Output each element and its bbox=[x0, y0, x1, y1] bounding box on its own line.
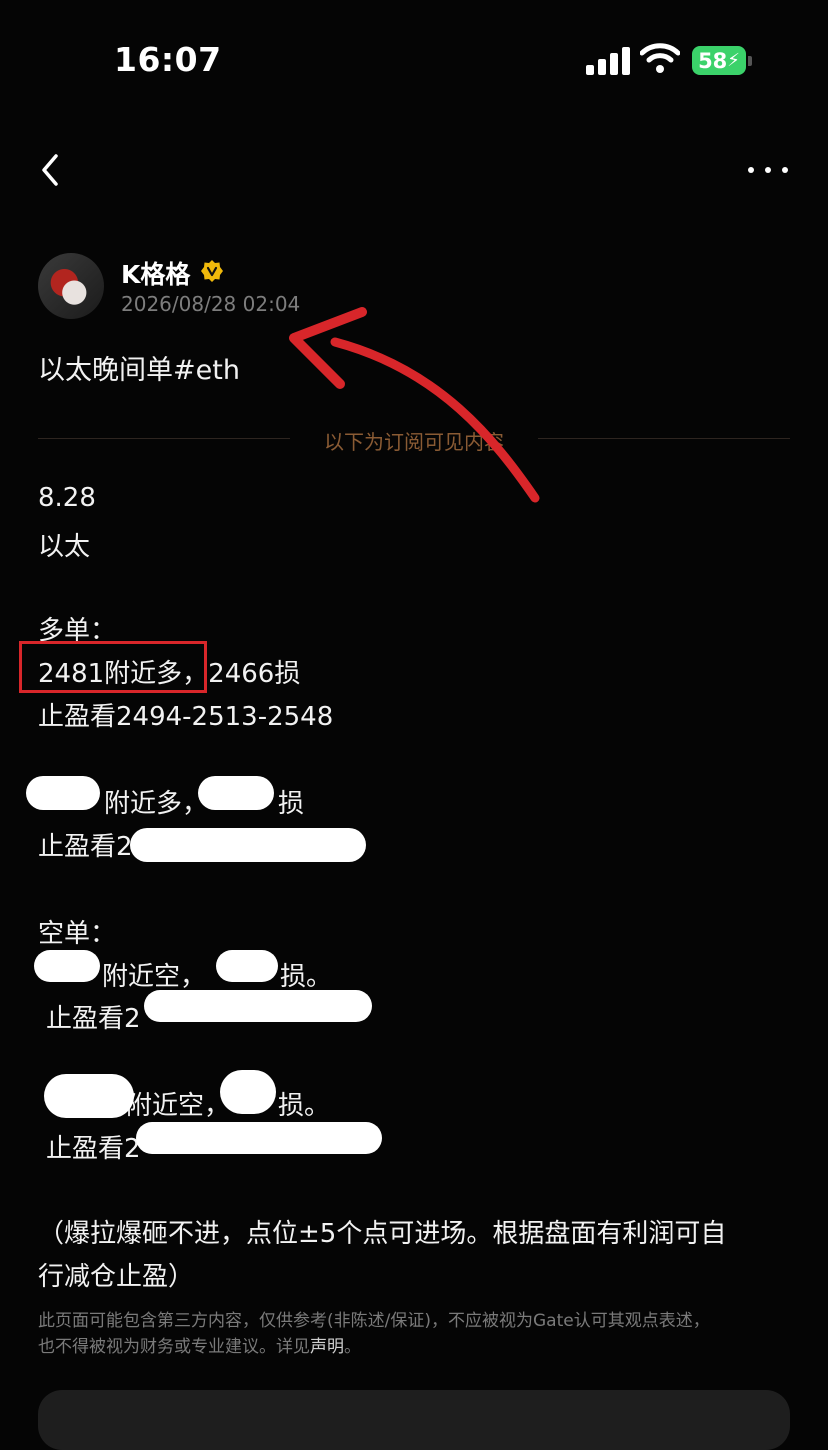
status-time: 16:07 bbox=[114, 40, 222, 79]
short-1-entry: 附近空， bbox=[102, 962, 207, 992]
long-2-stop: 损 bbox=[278, 789, 305, 819]
long-2-entry: 附近多， bbox=[104, 789, 209, 819]
redaction-mark bbox=[136, 1122, 382, 1154]
note-line-1: （爆拉爆砸不进，点位±5个点可进场。根据盘面有利润可自 bbox=[38, 1219, 727, 1249]
back-icon[interactable] bbox=[34, 150, 68, 190]
redaction-mark bbox=[220, 1070, 276, 1114]
battery-cap bbox=[748, 56, 752, 66]
battery-level: 58 bbox=[698, 48, 728, 73]
short-2-stop: 损。 bbox=[278, 1091, 331, 1121]
divider-line-left bbox=[38, 438, 290, 439]
post-timestamp: 2026/08/28 02:04 bbox=[121, 292, 301, 316]
redaction-mark bbox=[216, 950, 278, 982]
verified-icon bbox=[201, 260, 223, 282]
long-2-take-profit: 止盈看2 bbox=[38, 832, 133, 862]
disclaimer-end: 。 bbox=[344, 1337, 361, 1357]
redaction-mark bbox=[198, 776, 274, 810]
avatar[interactable] bbox=[38, 253, 104, 319]
post-title: 以太晚间单#eth bbox=[38, 355, 240, 386]
note-line-2: 行减仓止盈） bbox=[38, 1262, 195, 1292]
arrow-annotation bbox=[289, 307, 540, 503]
bottom-card[interactable] bbox=[38, 1390, 790, 1450]
long-1-stop: 2466损 bbox=[208, 659, 301, 689]
short-header: 空单： bbox=[38, 919, 117, 949]
post-date: 8.28 bbox=[38, 483, 96, 513]
disclaimer-text: 也不得被视为财务或专业建议。详见 bbox=[38, 1337, 310, 1357]
disclaimer-line-1: 此页面可能包含第三方内容，仅供参考(非陈述/保证)，不应被视为Gate认可其观点… bbox=[38, 1311, 710, 1331]
disclaimer-link[interactable]: 声明 bbox=[310, 1337, 344, 1357]
redaction-mark bbox=[26, 776, 100, 810]
short-1-take-profit: 止盈看2 bbox=[46, 1004, 141, 1034]
short-2-entry: 附近空， bbox=[126, 1091, 231, 1121]
divider-line-right bbox=[538, 438, 790, 439]
wifi-icon bbox=[640, 43, 680, 73]
redaction-mark bbox=[144, 990, 372, 1022]
author-name[interactable]: K格格 bbox=[121, 255, 190, 291]
post-asset: 以太 bbox=[38, 532, 91, 562]
short-2-take-profit: 止盈看2 bbox=[46, 1134, 141, 1164]
disclaimer-line-2: 也不得被视为财务或专业建议。详见声明。 bbox=[38, 1334, 798, 1360]
more-icon[interactable] bbox=[748, 160, 788, 180]
short-1-stop: 损。 bbox=[280, 962, 333, 992]
highlight-box bbox=[19, 641, 207, 693]
redaction-mark bbox=[44, 1074, 134, 1118]
disclaimer: 此页面可能包含第三方内容，仅供参考(非陈述/保证)，不应被视为Gate认可其观点… bbox=[38, 1308, 798, 1360]
battery-icon: 58 ⚡ bbox=[692, 46, 746, 75]
long-1-take-profit: 止盈看2494-2513-2548 bbox=[38, 702, 334, 732]
redaction-mark bbox=[34, 950, 100, 982]
signal-icon bbox=[586, 47, 630, 75]
redaction-mark bbox=[130, 828, 366, 862]
